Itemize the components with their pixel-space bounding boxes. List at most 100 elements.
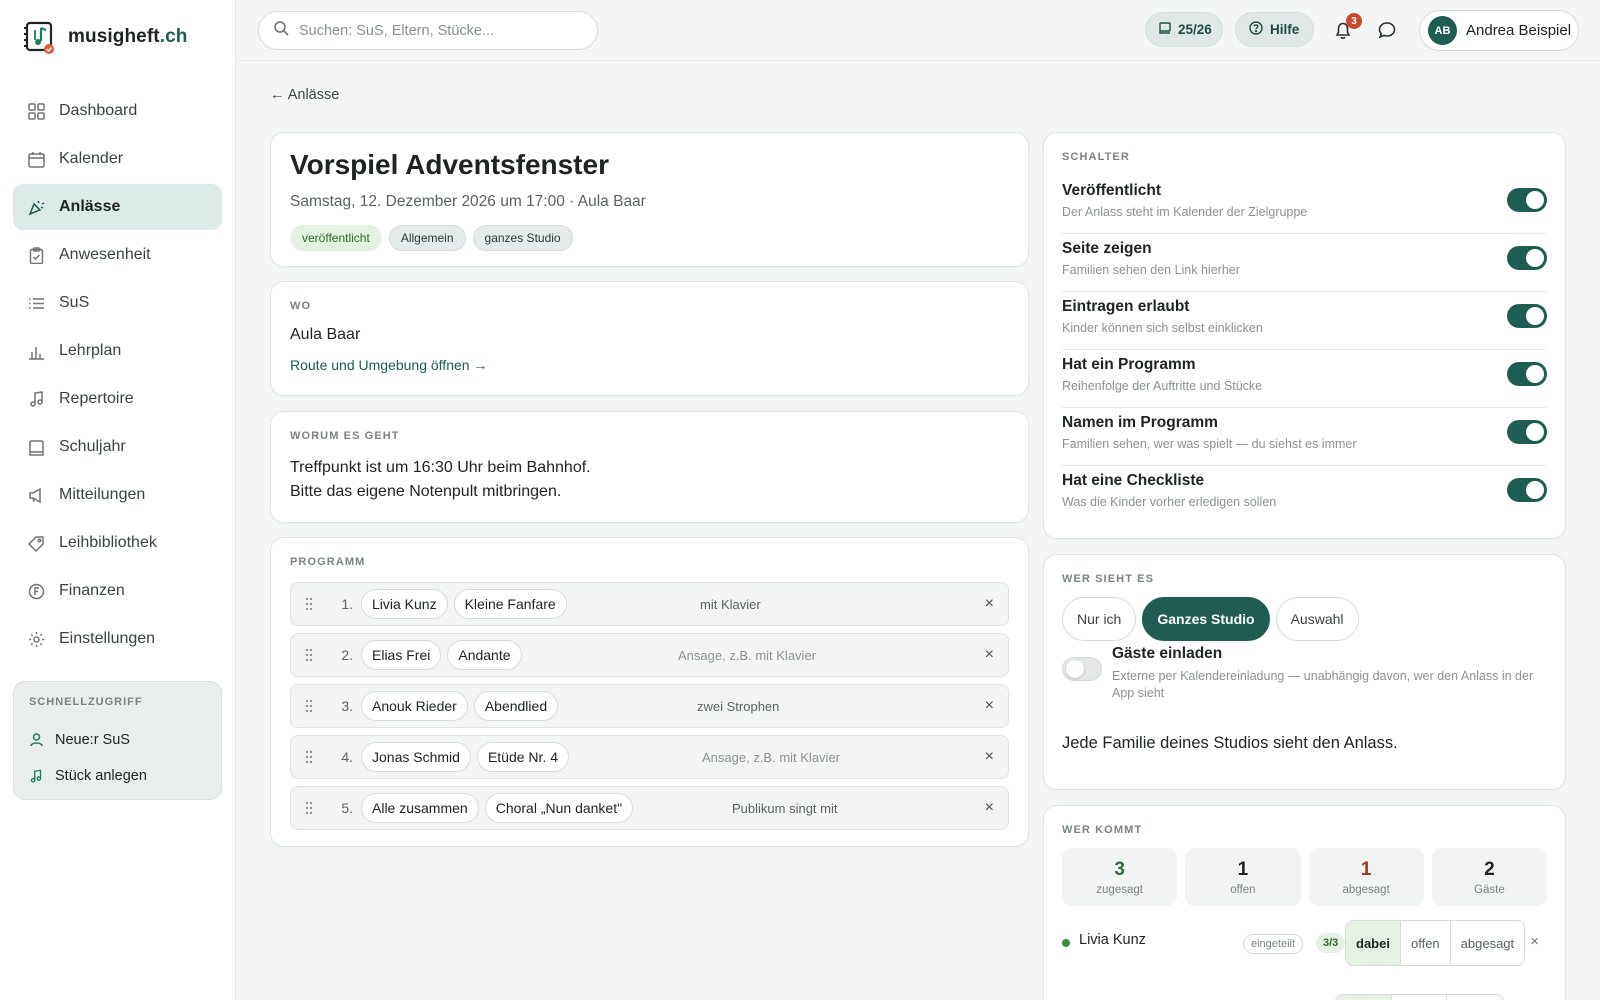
nav-item-lehrplan[interactable]: Lehrplan bbox=[13, 328, 222, 374]
switch-description: Familien sehen, wer was spielt — du sieh… bbox=[1062, 437, 1357, 451]
visibility-option-studio[interactable]: Ganzes Studio bbox=[1142, 597, 1270, 641]
quick-new-student[interactable]: Neue:r SuS bbox=[29, 722, 206, 758]
switch-name: Eintragen erlaubt bbox=[1062, 298, 1190, 315]
help-button[interactable]: Hilfe bbox=[1235, 12, 1314, 47]
quick-new-piece[interactable]: Stück anlegen bbox=[29, 758, 206, 794]
nav-item-leihbibliothek[interactable]: Leihbibliothek bbox=[13, 520, 222, 566]
remove-icon[interactable]: × bbox=[985, 799, 994, 817]
remove-icon[interactable]: × bbox=[985, 595, 994, 613]
status-option[interactable] bbox=[1336, 995, 1392, 1000]
performer-chip[interactable]: Jonas Schmid bbox=[361, 742, 471, 772]
avatar: AB bbox=[1428, 16, 1457, 45]
drag-handle-icon[interactable] bbox=[291, 801, 327, 815]
drag-handle-icon[interactable] bbox=[291, 648, 327, 662]
show-page-toggle[interactable] bbox=[1507, 246, 1547, 270]
piece-chip[interactable]: Abendlied bbox=[473, 691, 559, 721]
guests-description: Externe per Kalendereinladung — unabhäng… bbox=[1112, 669, 1534, 700]
school-year-button[interactable]: 25/26 bbox=[1145, 12, 1223, 47]
performer-chip[interactable]: Livia Kunz bbox=[361, 589, 448, 619]
remove-icon[interactable]: × bbox=[985, 697, 994, 715]
status-option-abgesagt[interactable]: abgesagt bbox=[1451, 921, 1524, 965]
switches-card: SCHALTER Veröffentlicht Der Anlass steht… bbox=[1043, 132, 1566, 539]
switch-name: Hat eine Checkliste bbox=[1062, 472, 1205, 489]
route-link[interactable]: Route und Umgebung öffnen → bbox=[290, 357, 1009, 373]
visibility-option-only-me[interactable]: Nur ich bbox=[1062, 597, 1137, 641]
nav-item-sus[interactable]: SuS bbox=[13, 280, 222, 326]
nav-item-einstellungen[interactable]: Einstellungen bbox=[13, 616, 222, 662]
brand[interactable]: musigheft.ch bbox=[24, 20, 187, 54]
nav-item-repertoire[interactable]: Repertoire bbox=[13, 376, 222, 422]
signup-toggle[interactable] bbox=[1507, 304, 1547, 328]
chat-icon[interactable] bbox=[1374, 17, 1400, 43]
audience-tag: ganzes Studio bbox=[472, 225, 573, 251]
stat-label: Gäste bbox=[1474, 883, 1505, 896]
visibility-option-selection[interactable]: Auswahl bbox=[1275, 597, 1359, 641]
nav-item-finanzen[interactable]: Finanzen bbox=[13, 568, 222, 614]
piece-chip[interactable]: Kleine Fanfare bbox=[453, 589, 567, 619]
published-toggle[interactable] bbox=[1507, 188, 1547, 212]
nav-item-schuljahr[interactable]: Schuljahr bbox=[13, 424, 222, 470]
remove-icon[interactable]: × bbox=[985, 646, 994, 664]
remove-icon[interactable]: × bbox=[985, 748, 994, 766]
checklist-toggle[interactable] bbox=[1507, 478, 1547, 502]
list-icon bbox=[27, 294, 45, 312]
program-note[interactable]: mit Klavier bbox=[700, 597, 761, 612]
school-year-label: 25/26 bbox=[1178, 22, 1212, 37]
nav-item-dashboard[interactable]: Dashboard bbox=[13, 88, 222, 134]
assigned-badge: eingeteilt bbox=[1243, 934, 1304, 954]
program-note-placeholder[interactable]: Ansage, z.B. mit Klavier bbox=[678, 648, 816, 663]
piece-chip[interactable]: Choral „Nun danket" bbox=[484, 793, 634, 823]
program-note[interactable]: zwei Strophen bbox=[697, 699, 779, 714]
piece-chip[interactable]: Etüde Nr. 4 bbox=[476, 742, 569, 772]
section-label: WER SIEHT ES bbox=[1062, 573, 1155, 585]
location-card: WO Aula Baar Route und Umgebung öffnen → bbox=[270, 281, 1029, 396]
nav-item-anlaesse[interactable]: Anlässe bbox=[13, 184, 222, 230]
names-toggle[interactable] bbox=[1507, 420, 1547, 444]
status-option-dabei[interactable]: dabei bbox=[1346, 921, 1401, 965]
nav-label: Finanzen bbox=[59, 582, 125, 599]
book-icon bbox=[1159, 22, 1171, 37]
drag-handle-icon[interactable] bbox=[291, 750, 327, 764]
nav-item-mitteilungen[interactable]: Mitteilungen bbox=[13, 472, 222, 518]
drag-handle-icon[interactable] bbox=[291, 597, 327, 611]
back-link[interactable]: ← Anlässe bbox=[270, 87, 339, 103]
book-icon bbox=[27, 438, 45, 456]
event-tags: veröffentlicht Allgemein ganzes Studio bbox=[290, 225, 1009, 251]
program-toggle[interactable] bbox=[1507, 362, 1547, 386]
performer-chip[interactable]: Elias Frei bbox=[361, 640, 442, 670]
remove-icon[interactable]: × bbox=[1530, 933, 1539, 950]
switch-description: Familien sehen den Link hierher bbox=[1062, 263, 1240, 277]
notification-badge: 3 bbox=[1346, 13, 1362, 29]
logo-icon bbox=[24, 20, 56, 54]
program-note[interactable]: Publikum singt mit bbox=[732, 801, 837, 816]
nav-label: Anlässe bbox=[59, 198, 121, 215]
performer-chip[interactable]: Anouk Rieder bbox=[361, 691, 468, 721]
guests-toggle[interactable] bbox=[1062, 657, 1102, 681]
status-option-offen[interactable]: offen bbox=[1401, 921, 1451, 965]
status-option[interactable] bbox=[1392, 995, 1448, 1000]
switch-description: Der Anlass steht im Kalender der Zielgru… bbox=[1062, 205, 1308, 219]
performer-chip[interactable]: Alle zusammen bbox=[361, 793, 479, 823]
switch-row-published: Veröffentlicht Der Anlass steht im Kalen… bbox=[1062, 176, 1547, 234]
nav-item-kalender[interactable]: Kalender bbox=[13, 136, 222, 182]
drag-handle-icon[interactable] bbox=[291, 699, 327, 713]
nav-label: Repertoire bbox=[59, 390, 134, 407]
program-number: 2. bbox=[341, 647, 353, 663]
guests-row: Gäste einladen Externe per Kalendereinla… bbox=[1062, 645, 1547, 705]
description-text: Treffpunkt ist um 16:30 Uhr beim Bahnhof… bbox=[290, 456, 1009, 504]
switch-row-checklist: Hat eine Checkliste Was die Kinder vorhe… bbox=[1062, 466, 1547, 524]
program-row: 2. Elias Frei Andante Ansage, z.B. mit K… bbox=[290, 633, 1009, 677]
search-input[interactable] bbox=[299, 22, 579, 39]
franc-coin-icon bbox=[27, 582, 45, 600]
status-option[interactable] bbox=[1447, 995, 1503, 1000]
user-menu[interactable]: AB Andrea Beispiel bbox=[1419, 10, 1579, 51]
status-dot bbox=[1062, 939, 1070, 947]
search-box[interactable] bbox=[258, 11, 598, 50]
stat-declined: 1 abgesagt bbox=[1308, 848, 1424, 906]
stat-value: 1 bbox=[1360, 858, 1372, 880]
attendance-card: WER KOMMT 3 zugesagt 1 offen 1 abgesagt … bbox=[1043, 805, 1566, 1000]
program-note-placeholder[interactable]: Ansage, z.B. mit Klavier bbox=[702, 750, 840, 765]
nav-item-anwesenheit[interactable]: Anwesenheit bbox=[13, 232, 222, 278]
guests-name: Gäste einladen bbox=[1112, 645, 1223, 662]
piece-chip[interactable]: Andante bbox=[447, 640, 522, 670]
